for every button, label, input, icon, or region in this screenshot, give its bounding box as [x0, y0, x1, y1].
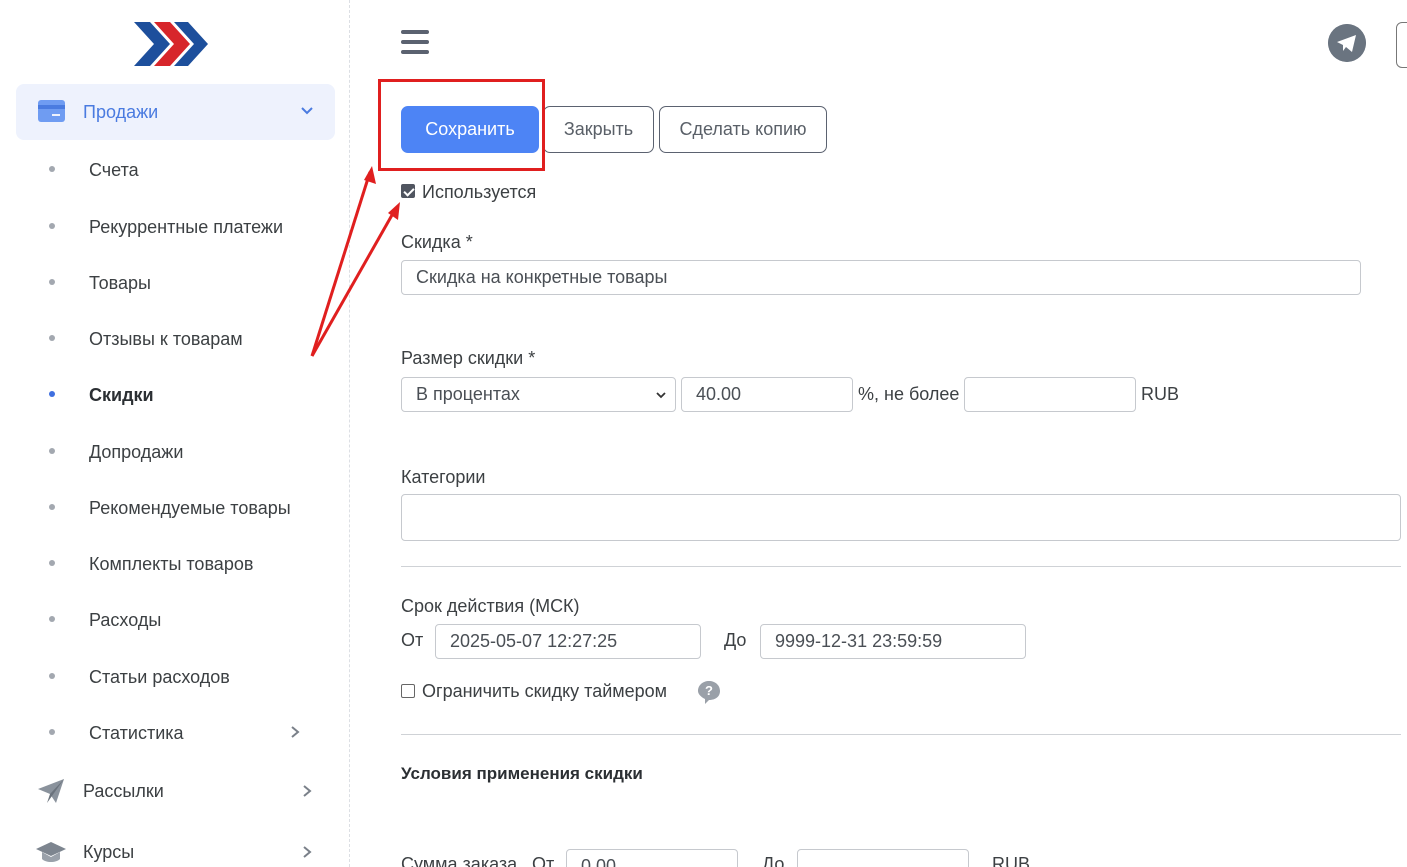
bullet-icon [49, 729, 55, 735]
sidebar-item-label: Допродажи [89, 442, 184, 462]
currency-label: RUB [1141, 384, 1180, 404]
divider [401, 734, 1401, 735]
sidebar-item-label: Отзывы к товарам [89, 329, 243, 349]
sidebar-item-label: Товары [89, 273, 151, 293]
logo-icon[interactable] [132, 22, 210, 66]
header-control[interactable] [1396, 22, 1407, 68]
chevron-down-icon[interactable] [299, 103, 315, 119]
sidebar-item-products[interactable]: Товары [0, 267, 340, 297]
validity-label: Срок действия (МСК) [401, 596, 580, 616]
copy-button[interactable]: Сделать копию [659, 106, 827, 153]
sidebar-item-label: Статьи расходов [89, 667, 230, 687]
sidebar-section-mailings[interactable]: Рассылки [0, 771, 340, 811]
bullet-icon [49, 448, 55, 454]
sidebar-item-invoices[interactable]: Счета [0, 154, 340, 184]
close-button[interactable]: Закрыть [543, 106, 654, 153]
chevron-right-icon [291, 726, 300, 738]
sidebar-item-discounts[interactable]: Скидки [0, 379, 340, 409]
order-from-input[interactable]: 0.00 [566, 849, 738, 867]
divider [401, 566, 1401, 567]
bullet-icon [49, 673, 55, 679]
sidebar-item-label: Статистика [89, 723, 184, 743]
to-date-input[interactable]: 9999-12-31 23:59:59 [760, 624, 1026, 659]
sidebar-item-label: Рекуррентные платежи [89, 217, 284, 237]
graduation-cap-icon [36, 842, 66, 862]
sidebar-item-label: Расходы [89, 610, 162, 630]
size-type-value: В процентах [416, 384, 520, 404]
bullet-icon [49, 166, 55, 172]
bullet-icon [49, 223, 55, 229]
order-to-input[interactable] [797, 849, 969, 867]
order-to-label: До [762, 854, 785, 867]
categories-label: Категории [401, 467, 486, 487]
bullet-icon [49, 616, 55, 622]
conditions-title: Условия применения скидки [401, 764, 643, 783]
size-value-input[interactable]: 40.00 [681, 377, 853, 412]
order-sum-label: Сумма заказа [401, 854, 518, 867]
size-unit-label: %, не более [858, 384, 960, 404]
sidebar-item-label: Комплекты товаров [89, 554, 254, 574]
sidebar-item-label: Счета [89, 160, 139, 180]
chevron-right-icon [303, 846, 312, 858]
timer-label: Ограничить скидку таймером [422, 681, 668, 701]
sidebar-item-product-reviews[interactable]: Отзывы к товарам [0, 323, 340, 353]
bullet-icon [49, 391, 55, 397]
discount-label: Скидка * [401, 232, 473, 252]
size-label: Размер скидки * [401, 348, 536, 368]
sidebar: Продажи Счета Рекуррентные платежи Товар… [0, 0, 350, 867]
sidebar-item-statistics[interactable]: Статистика [0, 717, 340, 747]
help-icon[interactable]: ? [697, 680, 721, 704]
sidebar-item-label: Рекомендуемые товары [89, 498, 291, 518]
bullet-icon [49, 504, 55, 510]
to-label: До [724, 630, 747, 650]
sidebar-section-label: Курсы [83, 842, 135, 862]
sidebar-section-label: Рассылки [83, 781, 164, 801]
sidebar-item-recommended-products[interactable]: Рекомендуемые товары [0, 492, 340, 522]
discount-input[interactable]: Скидка на конкретные товары [401, 260, 1361, 295]
credit-card-icon [38, 100, 65, 122]
sidebar-item-recurring-payments[interactable]: Рекуррентные платежи [0, 211, 340, 241]
order-from-label: От [532, 854, 555, 867]
size-type-select[interactable]: В процентах [401, 377, 676, 412]
chevron-down-icon [656, 392, 666, 399]
menu-icon[interactable] [401, 30, 429, 56]
sidebar-item-label: Скидки [89, 385, 154, 405]
sidebar-item-product-bundles[interactable]: Комплекты товаров [0, 548, 340, 578]
paper-plane-icon [38, 779, 64, 803]
bullet-icon [49, 279, 55, 285]
sidebar-section-label: Продажи [83, 102, 159, 122]
svg-text:?: ? [705, 683, 713, 698]
sidebar-section-courses[interactable]: Курсы [0, 832, 340, 867]
telegram-icon[interactable] [1328, 24, 1366, 62]
order-currency-label: RUB [992, 854, 1031, 867]
sidebar-section-sales[interactable]: Продажи [16, 84, 335, 140]
sidebar-item-upsells[interactable]: Допродажи [0, 436, 340, 466]
bullet-icon [49, 335, 55, 341]
sidebar-item-expense-items[interactable]: Статьи расходов [0, 661, 340, 691]
from-date-input[interactable]: 2025-05-07 12:27:25 [435, 624, 701, 659]
used-label: Используется [422, 182, 537, 202]
timer-checkbox[interactable] [401, 684, 415, 698]
used-checkbox[interactable] [401, 184, 415, 198]
highlight-box [378, 79, 545, 171]
categories-input[interactable] [401, 494, 1401, 541]
bullet-icon [49, 560, 55, 566]
chevron-right-icon [303, 785, 312, 797]
from-label: От [401, 630, 424, 650]
max-value-input[interactable] [964, 377, 1136, 412]
sidebar-item-expenses[interactable]: Расходы [0, 604, 340, 634]
